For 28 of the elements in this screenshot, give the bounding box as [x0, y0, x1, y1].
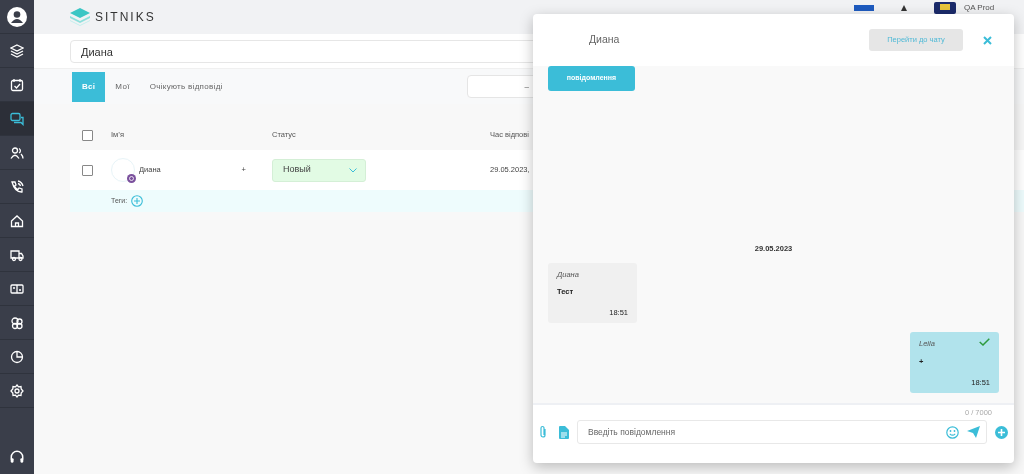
- message-input[interactable]: Введіть повідомлення: [586, 424, 938, 440]
- logo-icon: [70, 8, 90, 26]
- message-composer[interactable]: Введіть повідомлення: [577, 420, 987, 445]
- cash-icon[interactable]: [10, 281, 24, 296]
- status-select[interactable]: Новый: [272, 158, 366, 182]
- headset-icon[interactable]: [9, 449, 25, 465]
- chevron-down-icon: [349, 167, 357, 173]
- flag-icon: [854, 5, 874, 11]
- chat-title: Диана: [589, 32, 620, 48]
- calendar-icon[interactable]: [10, 77, 24, 92]
- logo-text: SITNIKS: [95, 9, 156, 26]
- phone-icon[interactable]: [10, 179, 24, 194]
- viber-icon: [127, 174, 136, 183]
- settings-icon[interactable]: [10, 383, 24, 398]
- truck-icon[interactable]: [10, 247, 24, 262]
- user-avatar-icon[interactable]: [7, 6, 27, 27]
- paperclip-icon[interactable]: [539, 425, 547, 440]
- users-icon[interactable]: [10, 145, 24, 160]
- tab[interactable]: Очікують відповіді: [139, 71, 233, 102]
- home-icon[interactable]: [10, 213, 24, 228]
- tab[interactable]: Мої: [105, 71, 140, 102]
- account-name[interactable]: QA Prod: [964, 2, 995, 14]
- chat-icon[interactable]: [10, 111, 24, 126]
- row-checkbox[interactable]: [82, 164, 93, 176]
- pie-chart-icon[interactable]: [10, 349, 24, 364]
- select-all-checkbox[interactable]: [82, 129, 93, 141]
- circles-icon[interactable]: [10, 315, 24, 330]
- layers-icon[interactable]: [10, 43, 24, 58]
